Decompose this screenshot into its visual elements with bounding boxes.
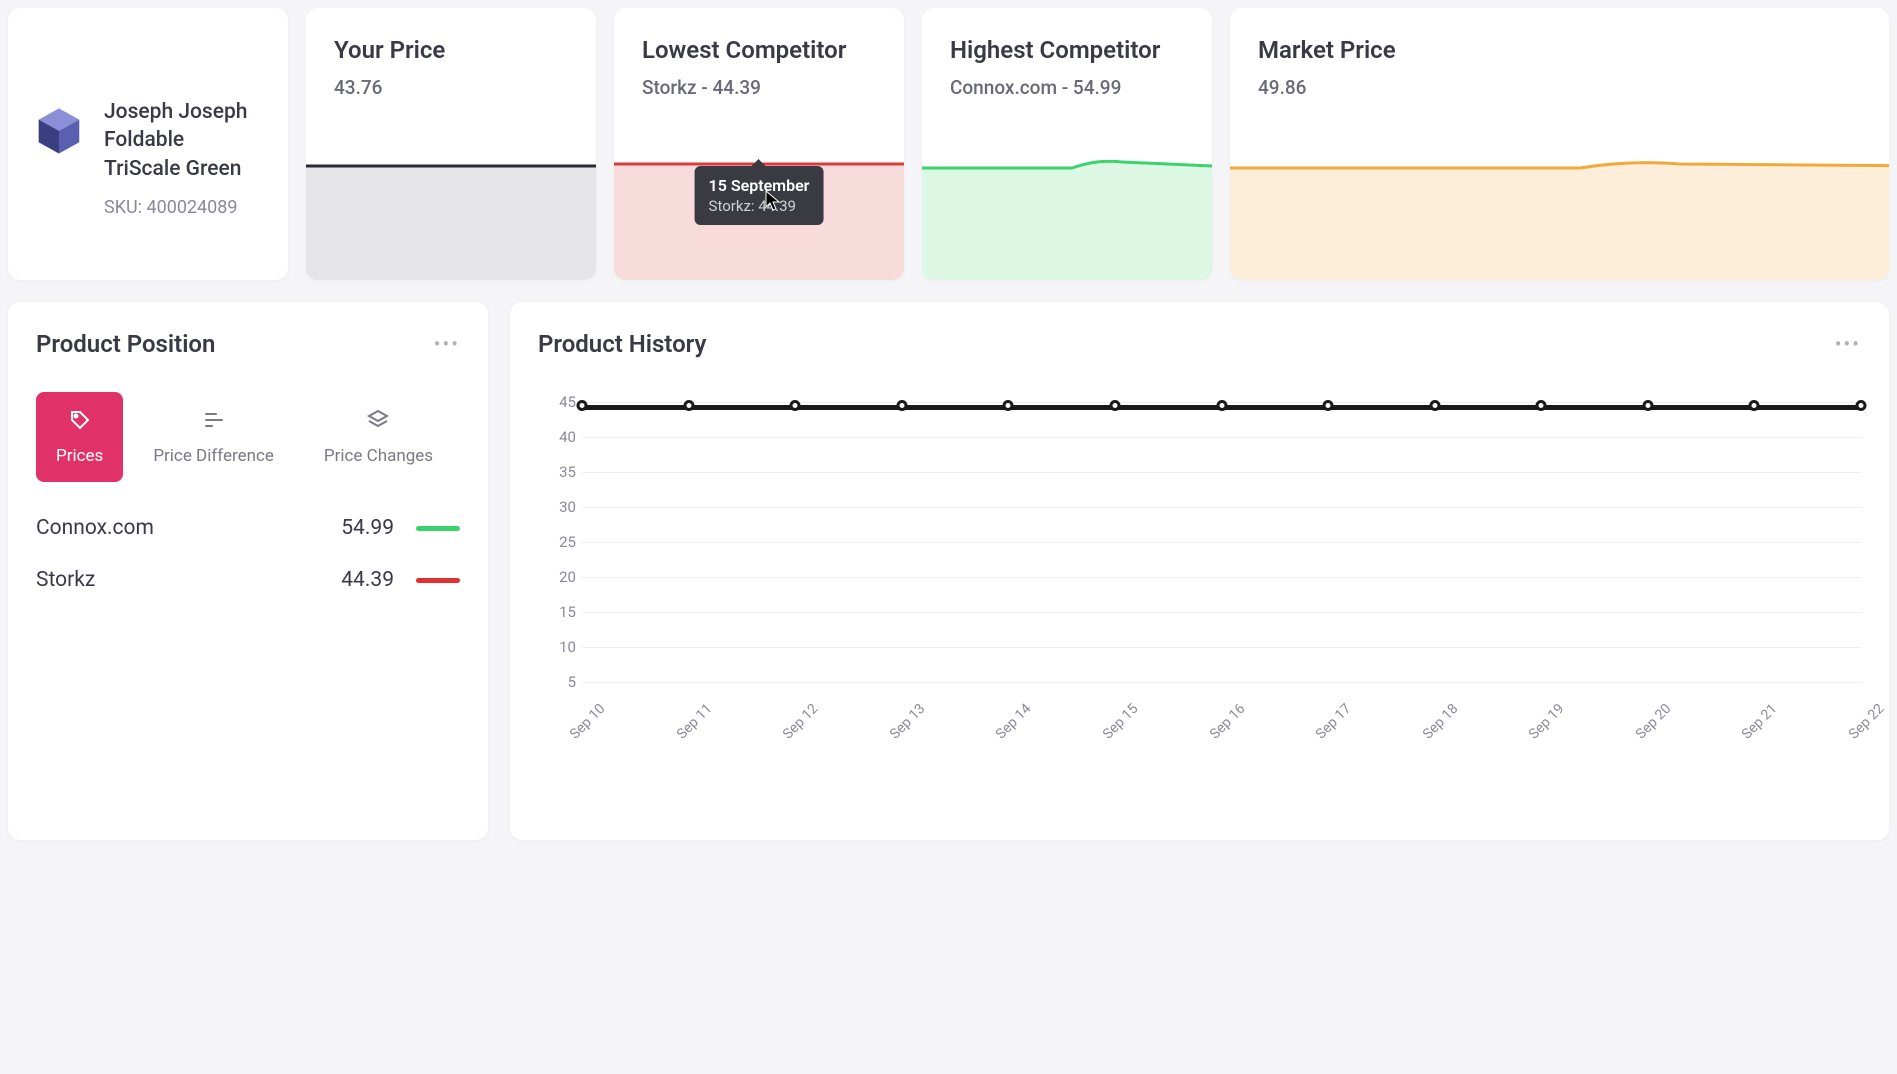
- panel-title: Product Position: [36, 330, 215, 358]
- tooltip-detail: Storkz: 44.39: [709, 197, 810, 215]
- y-axis-tick: 40: [559, 428, 576, 446]
- position-row: Connox.com54.99: [36, 516, 460, 540]
- tab-label: Price Difference: [153, 446, 274, 466]
- panel-title: Product History: [538, 330, 706, 358]
- price-indicator: [416, 526, 460, 531]
- data-point[interactable]: [1749, 400, 1760, 411]
- data-point[interactable]: [1003, 400, 1014, 411]
- competitor-name: Storkz: [36, 568, 304, 592]
- y-axis-tick: 10: [559, 638, 576, 656]
- tag-icon: [68, 408, 92, 438]
- lowest-competitor-card: Lowest Competitor Storkz - 44.39 15 Sept…: [614, 8, 904, 280]
- card-title: Lowest Competitor: [642, 36, 876, 64]
- position-row: Storkz44.39: [36, 568, 460, 592]
- y-axis-tick: 5: [568, 673, 576, 691]
- card-title: Highest Competitor: [950, 36, 1184, 64]
- market-sparkline: [1230, 160, 1889, 280]
- tab-label: Prices: [56, 446, 103, 466]
- highest-competitor-card: Highest Competitor Connox.com - 54.99: [922, 8, 1212, 280]
- y-axis-tick: 15: [559, 603, 576, 621]
- card-title: Market Price: [1258, 36, 1861, 64]
- data-point[interactable]: [896, 400, 907, 411]
- more-menu-icon[interactable]: •••: [1835, 332, 1861, 356]
- position-list: Connox.com54.99 Storkz44.39: [36, 516, 460, 592]
- grid-line: [582, 542, 1861, 543]
- data-point[interactable]: [1323, 400, 1334, 411]
- y-axis-tick: 20: [559, 568, 576, 586]
- tab-price-difference[interactable]: Price Difference: [133, 392, 294, 482]
- layers-icon: [366, 408, 390, 438]
- highest-sparkline: [922, 160, 1212, 280]
- bars-icon: [202, 408, 226, 438]
- grid-line: [582, 612, 1861, 613]
- y-axis-tick: 45: [559, 393, 576, 411]
- competitor-name: Connox.com: [36, 516, 304, 540]
- data-point[interactable]: [1216, 400, 1227, 411]
- price-indicator: [416, 578, 460, 583]
- your-price-card: Your Price 43.76: [306, 8, 596, 280]
- y-axis-tick: 35: [559, 463, 576, 481]
- competitor-price: 44.39: [304, 568, 394, 592]
- card-title: Your Price: [334, 36, 568, 64]
- tab-label: Price Changes: [324, 446, 433, 466]
- tab-price-changes[interactable]: Price Changes: [304, 392, 453, 482]
- position-tabs: Prices Price Difference Price Changes: [36, 392, 460, 482]
- data-point[interactable]: [577, 400, 588, 411]
- data-point[interactable]: [1429, 400, 1440, 411]
- card-value: Connox.com - 54.99: [950, 76, 1184, 99]
- product-card: Joseph Joseph Foldable TriScale Green SK…: [8, 8, 288, 280]
- package-icon: [32, 104, 86, 158]
- card-value: 49.86: [1258, 76, 1861, 99]
- data-point[interactable]: [1109, 400, 1120, 411]
- product-history-panel: Product History ••• 45403530252015105 Se…: [510, 302, 1889, 840]
- card-value: Storkz - 44.39: [642, 76, 876, 99]
- y-axis-tick: 25: [559, 533, 576, 551]
- grid-line: [582, 682, 1861, 683]
- tooltip-date: 15 September: [709, 176, 810, 195]
- data-point[interactable]: [683, 400, 694, 411]
- product-sku: SKU: 400024089: [104, 197, 264, 218]
- product-name: Joseph Joseph Foldable TriScale Green: [104, 98, 264, 183]
- competitor-price: 54.99: [304, 516, 394, 540]
- grid-line: [582, 647, 1861, 648]
- hover-tooltip: 15 September Storkz: 44.39: [695, 166, 824, 225]
- grid-line: [582, 507, 1861, 508]
- data-point[interactable]: [1536, 400, 1547, 411]
- data-point[interactable]: [1642, 400, 1653, 411]
- history-chart[interactable]: 45403530252015105 Sep 10Sep 11Sep 12Sep …: [538, 392, 1861, 812]
- data-point[interactable]: [1856, 400, 1867, 411]
- grid-line: [582, 472, 1861, 473]
- market-price-card: Market Price 49.86: [1230, 8, 1889, 280]
- product-position-panel: Product Position ••• Prices Price Differ…: [8, 302, 488, 840]
- grid-line: [582, 437, 1861, 438]
- grid-line: [582, 577, 1861, 578]
- tab-prices[interactable]: Prices: [36, 392, 123, 482]
- y-axis-tick: 30: [559, 498, 576, 516]
- more-menu-icon[interactable]: •••: [434, 332, 460, 356]
- data-point[interactable]: [790, 400, 801, 411]
- card-value: 43.76: [334, 76, 568, 99]
- your-price-sparkline: [306, 160, 596, 280]
